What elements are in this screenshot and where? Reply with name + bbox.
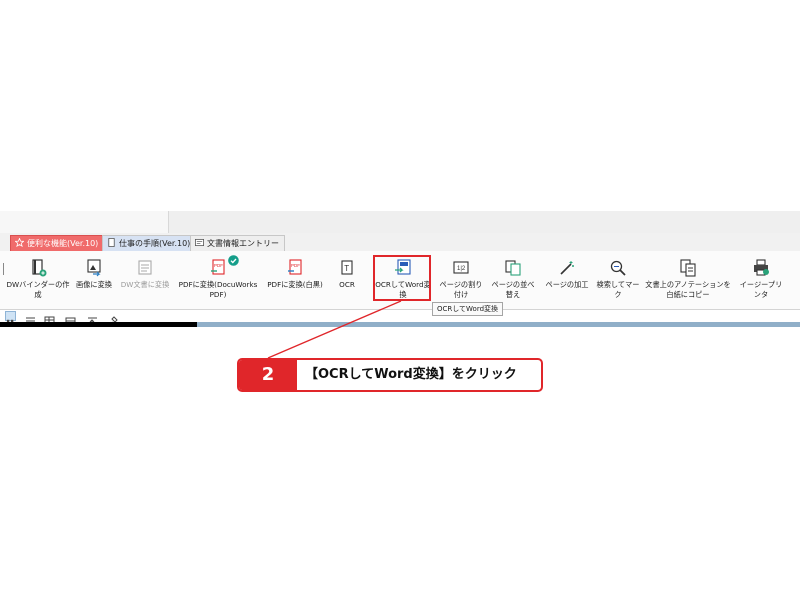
callout-connector <box>267 300 402 359</box>
step-number: 2 <box>239 360 297 390</box>
instruction-text: 【OCRしてWord変換】をクリック <box>305 367 517 382</box>
instruction-callout: 2 【OCRしてWord変換】をクリック <box>237 358 543 392</box>
